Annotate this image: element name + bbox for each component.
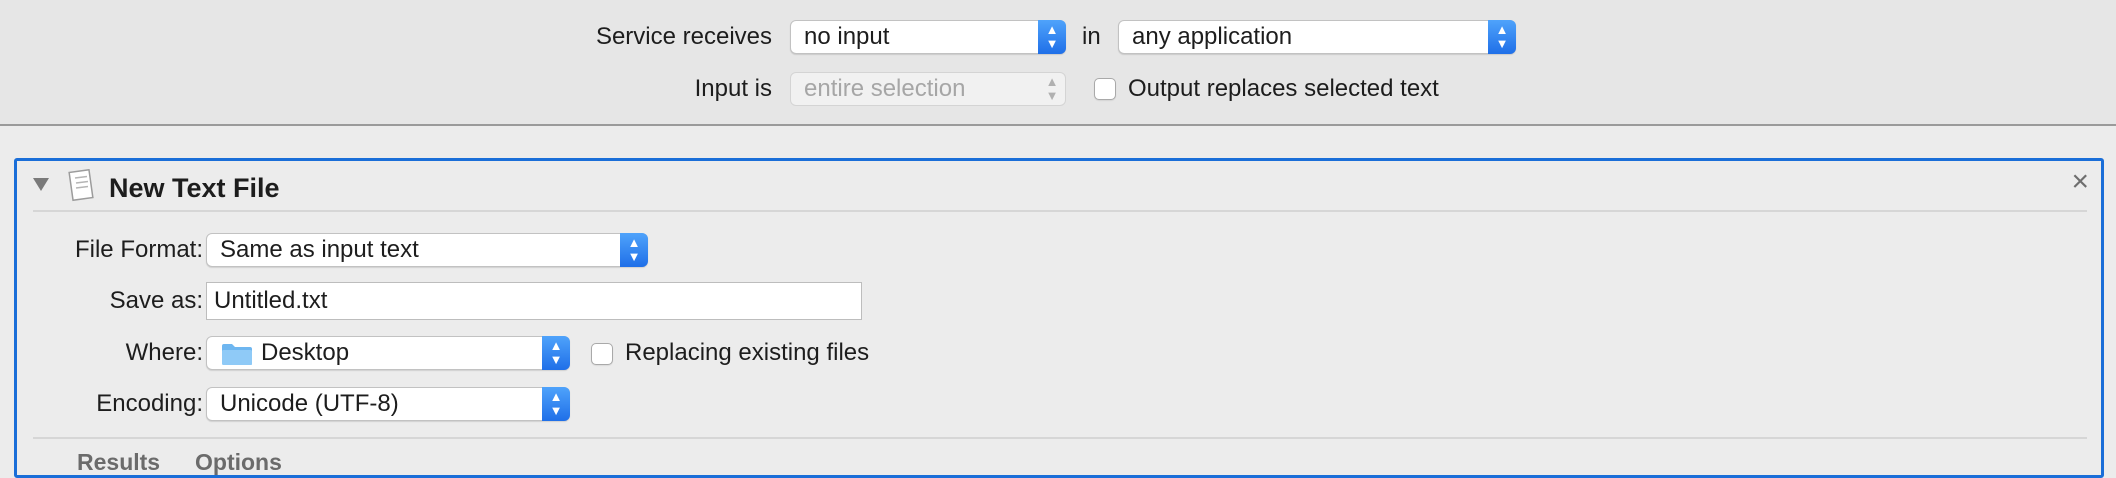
- popup-arrows-icon: ▲ ▼: [1045, 74, 1059, 103]
- application-value: any application: [1132, 23, 1293, 50]
- save-as-field[interactable]: Untitled.txt: [206, 282, 862, 320]
- input-is-label: Input is: [694, 75, 772, 102]
- file-format-label: File Format:: [74, 236, 203, 263]
- popup-arrows-icon: ▲ ▼: [1038, 20, 1066, 54]
- encoding-popup[interactable]: Unicode (UTF-8) ▲ ▼: [206, 387, 570, 421]
- close-icon[interactable]: ×: [2071, 165, 2089, 199]
- folder-icon: [222, 344, 252, 365]
- popup-arrows-icon: ▲ ▼: [542, 387, 570, 421]
- text-document-icon: [68, 169, 94, 202]
- tab-results[interactable]: Results: [77, 447, 160, 477]
- popup-arrows-icon: ▲ ▼: [542, 336, 570, 370]
- save-as-value: Untitled.txt: [214, 287, 328, 314]
- title-divider: [33, 210, 2087, 212]
- in-label: in: [1082, 23, 1101, 50]
- input-is-value: entire selection: [804, 75, 966, 102]
- replacing-existing-label: Replacing existing files: [625, 339, 870, 366]
- input-is-popup: entire selection ▲ ▼: [790, 72, 1066, 106]
- action-title: New Text File: [109, 173, 280, 203]
- popup-arrows-icon: ▲ ▼: [1488, 20, 1516, 54]
- disclosure-triangle-icon[interactable]: [31, 175, 51, 193]
- service-receives-value: no input: [804, 23, 890, 50]
- service-receives-label: Service receives: [595, 23, 772, 50]
- where-label: Where:: [125, 339, 203, 366]
- where-popup[interactable]: Desktop ▲ ▼: [206, 336, 570, 370]
- file-format-value: Same as input text: [220, 236, 419, 263]
- popup-arrows-icon: ▲ ▼: [620, 233, 648, 267]
- options-divider: [33, 437, 2087, 439]
- where-value: Desktop: [261, 339, 350, 366]
- replacing-existing-checkbox[interactable]: [591, 343, 613, 365]
- encoding-value: Unicode (UTF-8): [220, 390, 399, 417]
- output-replaces-checkbox[interactable]: [1094, 78, 1116, 100]
- new-text-file-action: New Text File × File Format: Same as inp…: [14, 158, 2104, 478]
- output-replaces-label: Output replaces selected text: [1128, 75, 1439, 102]
- application-popup[interactable]: any application ▲ ▼: [1118, 20, 1516, 54]
- encoding-label: Encoding:: [96, 390, 203, 417]
- file-format-popup[interactable]: Same as input text ▲ ▼: [206, 233, 648, 267]
- service-config-bar: Service receives no input ▲ ▼ in any appl…: [0, 0, 2116, 126]
- service-receives-popup[interactable]: no input ▲ ▼: [790, 20, 1066, 54]
- save-as-label: Save as:: [109, 287, 203, 314]
- tab-options[interactable]: Options: [195, 447, 282, 477]
